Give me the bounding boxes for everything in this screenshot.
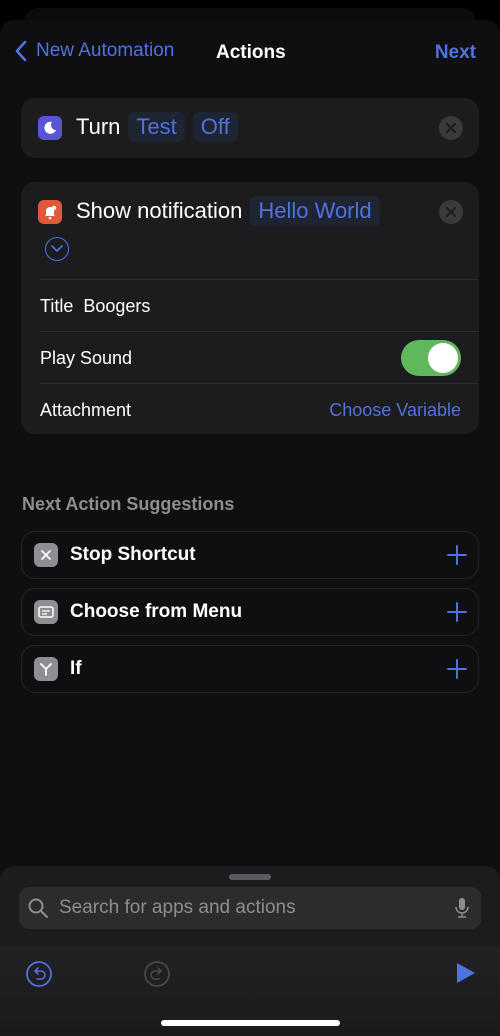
notification-bell-icon bbox=[38, 200, 62, 224]
choose-variable-button[interactable]: Choose Variable bbox=[329, 400, 461, 421]
action-verb: Show notification bbox=[76, 198, 243, 223]
remove-action-button[interactable] bbox=[439, 116, 463, 140]
plus-icon[interactable] bbox=[446, 544, 468, 566]
suggestion-label: Choose from Menu bbox=[70, 601, 243, 622]
page-title: Actions bbox=[216, 42, 286, 63]
undo-icon[interactable] bbox=[25, 960, 53, 988]
collapse-toggle-button[interactable] bbox=[45, 237, 69, 261]
play-icon[interactable] bbox=[455, 961, 477, 985]
search-icon bbox=[28, 898, 48, 918]
param-title-row[interactable]: Title Boogers bbox=[40, 279, 479, 332]
param-title-label: Title bbox=[40, 295, 74, 316]
suggestions-heading: Next Action Suggestions bbox=[22, 494, 235, 514]
close-icon bbox=[446, 123, 456, 133]
navigation-bar: New Automation Actions Next bbox=[0, 20, 500, 86]
suggestion-label: If bbox=[70, 658, 82, 679]
suggestion-stop-shortcut[interactable]: Stop Shortcut bbox=[21, 531, 479, 579]
chevron-down-icon bbox=[51, 245, 63, 253]
play-sound-toggle[interactable] bbox=[401, 340, 461, 376]
microphone-icon[interactable] bbox=[455, 897, 469, 919]
action-card-show-notification[interactable]: Show notification Hello World Title Boog… bbox=[21, 182, 479, 434]
toggle-knob bbox=[428, 343, 458, 373]
plus-icon[interactable] bbox=[446, 601, 468, 623]
param-play-sound-row: Play Sound bbox=[40, 331, 479, 384]
action-search-panel bbox=[0, 866, 500, 1036]
redo-icon[interactable] bbox=[143, 960, 171, 988]
next-button[interactable]: Next bbox=[435, 42, 476, 64]
branch-icon bbox=[34, 657, 58, 681]
token-notification-body[interactable]: Hello World bbox=[250, 196, 380, 226]
param-attachment-row: Attachment Choose Variable bbox=[40, 383, 479, 436]
search-bar[interactable] bbox=[19, 887, 481, 929]
param-title-value[interactable]: Boogers bbox=[83, 296, 150, 317]
plus-icon[interactable] bbox=[446, 658, 468, 680]
suggestion-choose-from-menu[interactable]: Choose from Menu bbox=[21, 588, 479, 636]
remove-action-button[interactable] bbox=[439, 200, 463, 224]
chevron-left-icon bbox=[15, 40, 27, 62]
action-verb: Turn bbox=[76, 114, 121, 139]
param-play-sound-label: Play Sound bbox=[40, 347, 133, 368]
search-input[interactable] bbox=[57, 896, 441, 920]
drag-handle[interactable] bbox=[229, 874, 271, 880]
suggestion-label: Stop Shortcut bbox=[70, 544, 196, 565]
moon-icon bbox=[38, 116, 62, 140]
close-icon bbox=[446, 207, 456, 217]
param-attachment-label: Attachment bbox=[40, 399, 132, 420]
action-card-turn[interactable]: Turn Test Off bbox=[21, 98, 479, 158]
home-indicator bbox=[161, 1020, 340, 1026]
token-state[interactable]: Off bbox=[192, 112, 238, 142]
menu-icon bbox=[34, 600, 58, 624]
back-button[interactable]: New Automation bbox=[14, 40, 174, 62]
back-label: New Automation bbox=[36, 40, 175, 61]
stop-x-icon bbox=[34, 543, 58, 567]
token-focus-name[interactable]: Test bbox=[128, 112, 185, 142]
suggestion-if[interactable]: If bbox=[21, 645, 479, 693]
